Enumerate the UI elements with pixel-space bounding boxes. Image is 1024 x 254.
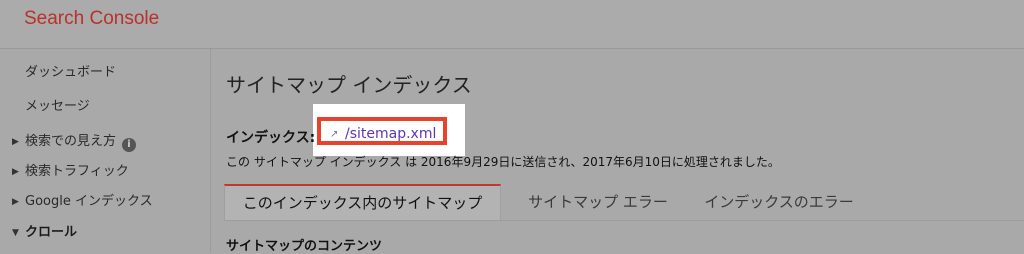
info-icon[interactable]: i: [122, 138, 137, 152]
sidebar-item-messages[interactable]: メッセージ: [0, 94, 210, 120]
status-text: この サイトマップ インデックス は 2016年9月29日に送信され、2017年…: [226, 155, 780, 169]
section-title: サイトマップのコンテンツ: [226, 239, 383, 254]
sidebar-item-label: 検索トラフィック: [25, 164, 129, 179]
external-link-icon: ↗: [330, 129, 339, 140]
sidebar-item-search-appearance[interactable]: ▶ 検索での見え方 i: [0, 129, 210, 155]
tab-sitemaps-in-index[interactable]: このインデックス内のサイトマップ: [224, 184, 501, 220]
app-title[interactable]: Search Console: [24, 8, 159, 30]
sidebar-item-label: メッセージ: [25, 99, 90, 114]
tab-divider: [224, 220, 1024, 221]
index-label: インデックス:: [226, 130, 316, 146]
sidebar-item-dashboard[interactable]: ダッシュボード: [0, 60, 210, 86]
tab-sitemap-errors[interactable]: サイトマップ エラー: [516, 184, 680, 220]
sidebar-item-label: Google インデックス: [25, 194, 153, 209]
sidebar-item-search-traffic[interactable]: ▶ 検索トラフィック: [0, 159, 210, 185]
sidebar: ダッシュボード メッセージ ▶ 検索での見え方 i ▶ 検索トラフィック ▶ Go…: [0, 49, 210, 253]
sidebar-item-label: 検索での見え方: [25, 134, 117, 149]
sitemap-link[interactable]: /sitemap.xml: [345, 126, 436, 142]
page-title: サイトマップ インデックス: [226, 73, 472, 97]
sidebar-item-label: クロール: [25, 225, 78, 240]
sidebar-item-google-index[interactable]: ▶ Google インデックス: [0, 189, 210, 215]
tab-index-errors[interactable]: インデックスのエラー: [694, 184, 864, 220]
sidebar-item-crawl[interactable]: ▼ クロール: [0, 220, 210, 246]
caret-down-icon: ▼: [12, 228, 19, 238]
app-header: Search Console: [0, 0, 1024, 49]
caret-right-icon: ▶: [12, 167, 19, 177]
main-content: サイトマップ インデックス インデックス: ↗ /sitemap.xml この …: [211, 49, 1024, 254]
sidebar-item-label: ダッシュボード: [25, 65, 117, 80]
caret-right-icon: ▶: [12, 197, 19, 207]
caret-right-icon: ▶: [12, 137, 19, 147]
